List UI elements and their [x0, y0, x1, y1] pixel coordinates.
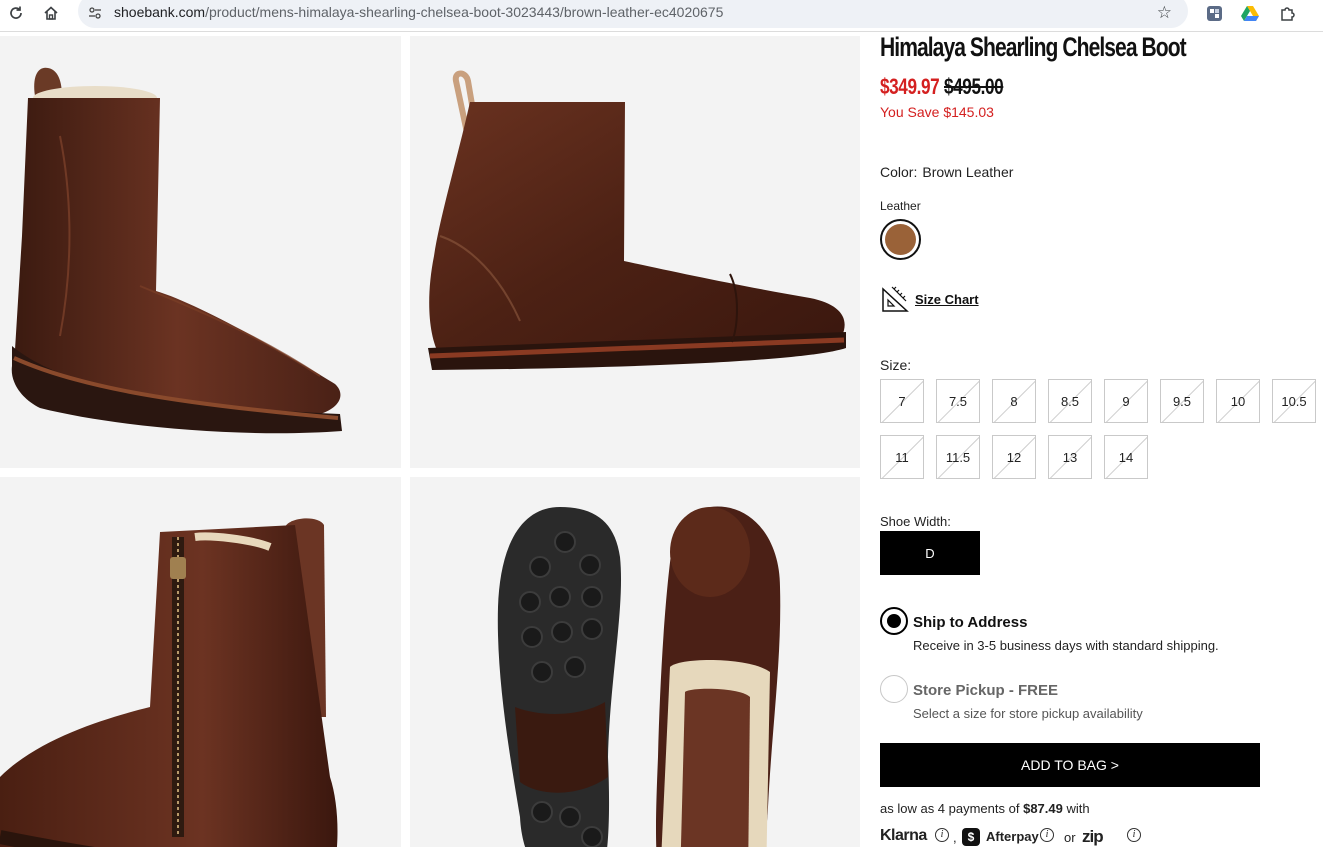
installment-text: as low as 4 payments of $87.49 with [880, 801, 1090, 816]
product-title: Himalaya Shearling Chelsea Boot [880, 32, 1187, 62]
add-to-bag-label: ADD TO BAG > [1021, 757, 1119, 773]
google-drive-icon[interactable] [1239, 2, 1261, 24]
color-label: Color: Brown Leather [880, 164, 1013, 180]
size-option-label: 7 [898, 393, 906, 409]
installment-suffix: with [1066, 801, 1090, 816]
ruler-triangle-icon [882, 286, 909, 312]
size-option-7-5[interactable]: 7.5 [936, 379, 980, 423]
separator-comma: , [953, 830, 957, 845]
zip-info-icon[interactable]: i [1127, 828, 1141, 842]
width-option-d[interactable]: D [880, 531, 980, 575]
ship-to-address-title: Ship to Address [913, 614, 1028, 631]
installment-amount: $87.49 [1023, 801, 1063, 816]
price-row: $349.97 $495.00 [880, 74, 1004, 100]
size-option-label: 10 [1230, 393, 1246, 409]
product-image-side-right[interactable] [410, 36, 860, 468]
size-option-8-5[interactable]: 8.5 [1048, 379, 1092, 423]
size-option-label: 12 [1006, 449, 1022, 465]
size-option-11[interactable]: 11 [880, 435, 924, 479]
klarna-logo[interactable]: Klarna [880, 827, 927, 845]
size-option-label: 11.5 [945, 449, 971, 465]
url-path: /product/mens-himalaya-shearling-chelsea… [205, 4, 724, 20]
original-price: $495.00 [944, 74, 1004, 99]
size-option-label: 13 [1062, 449, 1078, 465]
site-info-icon[interactable] [86, 4, 104, 22]
bookmark-star-icon[interactable]: ☆ [1157, 3, 1172, 23]
size-option-7[interactable]: 7 [880, 379, 924, 423]
color-swatch-brown-leather[interactable] [880, 219, 921, 260]
size-option-12[interactable]: 12 [992, 435, 1036, 479]
shoe-width-label: Shoe Width: [880, 514, 951, 529]
ship-to-address-radio[interactable] [880, 607, 908, 635]
size-chart-label: Size Chart [915, 291, 979, 307]
size-option-9-5[interactable]: 9.5 [1160, 379, 1204, 423]
sale-price: $349.97 [880, 74, 940, 99]
afterpay-badge-icon: $ [962, 828, 980, 846]
size-option-10-5[interactable]: 10.5 [1272, 379, 1316, 423]
size-option-label: 9 [1122, 393, 1130, 409]
size-option-11-5[interactable]: 11.5 [936, 435, 980, 479]
ship-to-address-subtitle: Receive in 3-5 business days with standa… [913, 638, 1219, 653]
url-domain: shoebank.com [114, 4, 206, 20]
color-value: Brown Leather [922, 164, 1014, 180]
store-pickup-radio[interactable] [880, 675, 908, 703]
afterpay-logo[interactable]: Afterpay [986, 829, 1039, 844]
zip-logo[interactable]: zip [1082, 827, 1104, 847]
afterpay-info-icon[interactable]: i [1040, 828, 1054, 842]
product-image-side-left[interactable] [0, 36, 401, 468]
address-bar[interactable]: shoebank.com/product/mens-himalaya-shear… [78, 0, 1188, 28]
size-option-label: 14 [1118, 449, 1134, 465]
product-image-sole-top[interactable] [410, 477, 860, 847]
size-option-label: 8 [1010, 393, 1018, 409]
color-label-text: Color: [880, 164, 918, 180]
you-save-text: You Save $145.03 [880, 104, 994, 120]
size-option-label: 10.5 [1281, 393, 1307, 409]
width-option-label: D [925, 545, 935, 561]
installment-prefix: as low as 4 payments of [880, 801, 1020, 816]
store-pickup-subtitle: Select a size for store pickup availabil… [913, 706, 1143, 721]
size-option-10[interactable]: 10 [1216, 379, 1260, 423]
product-image-zipper[interactable] [0, 477, 401, 847]
size-label: Size: [880, 357, 912, 373]
bnpl-providers: Klarna i , $ Afterpay i or zip i [880, 827, 1180, 847]
size-option-8[interactable]: 8 [992, 379, 1036, 423]
size-option-label: 7.5 [948, 393, 968, 409]
extensions-puzzle-icon[interactable] [1276, 2, 1298, 24]
size-chart-link[interactable]: Size Chart [880, 285, 979, 313]
home-icon[interactable] [38, 2, 64, 24]
swatch-fill [885, 224, 916, 255]
klarna-info-icon[interactable]: i [935, 828, 949, 842]
size-option-label: 8.5 [1060, 393, 1080, 409]
reload-icon[interactable] [3, 2, 29, 24]
size-option-9[interactable]: 9 [1104, 379, 1148, 423]
browser-toolbar: shoebank.com/product/mens-himalaya-shear… [0, 0, 1323, 32]
url-text[interactable]: shoebank.com/product/mens-himalaya-shear… [114, 4, 723, 20]
size-option-label: 9.5 [1172, 393, 1192, 409]
extension-icon[interactable] [1203, 2, 1225, 24]
size-option-14[interactable]: 14 [1104, 435, 1148, 479]
size-option-13[interactable]: 13 [1048, 435, 1092, 479]
material-label: Leather [880, 199, 921, 213]
store-pickup-title: Store Pickup - FREE [913, 682, 1059, 699]
add-to-bag-button[interactable]: ADD TO BAG > [880, 743, 1260, 787]
or-text: or [1064, 830, 1076, 845]
size-option-label: 11 [895, 449, 909, 465]
